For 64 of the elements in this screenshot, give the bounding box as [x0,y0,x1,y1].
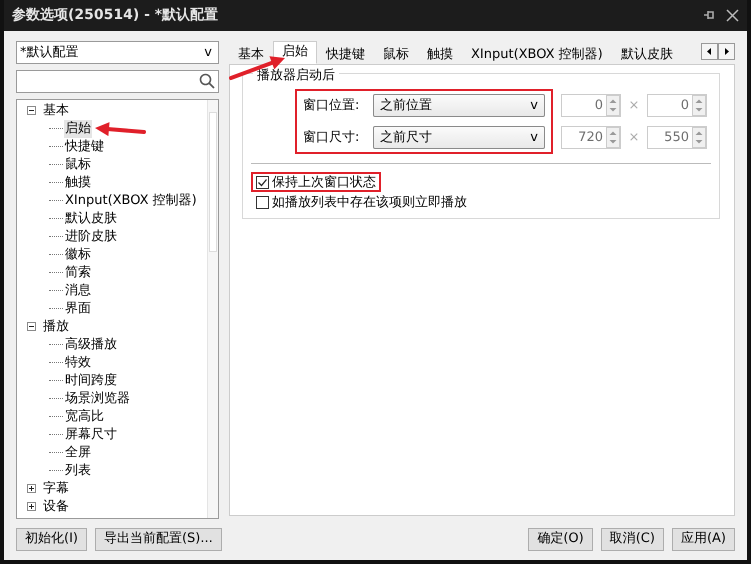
collapse-icon[interactable] [27,106,36,116]
scroll-right-icon[interactable] [718,42,735,60]
close-icon[interactable] [726,8,739,22]
tree-item[interactable]: 启始 [64,120,92,138]
tab[interactable]: 启始 [273,40,317,64]
tree-item[interactable]: 字幕 [42,480,70,498]
tree-item[interactable]: 简索 [64,264,92,282]
tab[interactable]: 快捷键 [317,44,374,64]
field-label: 窗口位置: [303,96,360,115]
tab[interactable]: XInput(XBOX 控制器) [462,44,612,64]
field-label: 窗口尺寸: [303,128,360,147]
tree-item[interactable]: 特效 [64,354,92,372]
checkbox-label[interactable]: 如播放列表中存在该项则立即播放 [272,192,467,212]
spin-field: 0 [647,94,707,117]
tree-item[interactable]: 界面 [64,300,92,318]
spinner-icon [692,126,706,148]
expand-icon[interactable] [27,502,36,512]
separator: × [628,128,640,147]
tree-item[interactable]: 徽标 [64,246,92,264]
tree-item[interactable]: 设备 [42,498,70,516]
spin-field: 550 [647,126,707,149]
spinner-icon [692,94,706,116]
scroll-left-icon[interactable] [701,42,718,60]
tree-item[interactable]: 消息 [64,282,92,300]
tree-item[interactable]: 进阶皮肤 [64,228,118,246]
tree-item[interactable]: 高级播放 [64,336,118,354]
scrollbar[interactable] [207,100,218,518]
button[interactable]: 应用(A) [672,528,735,551]
tree-item[interactable]: 快捷键 [64,138,105,156]
tree-item[interactable]: 触摸 [64,174,92,192]
tab[interactable]: 基本 [229,44,273,64]
tree-item[interactable]: 基本 [42,102,70,120]
collapse-icon[interactable] [27,322,36,332]
group-title: 播放器启动后 [253,68,339,83]
button[interactable]: 导出当前配置(S)... [94,528,222,551]
spin-field: 0 [561,94,621,117]
checkbox[interactable] [256,176,269,189]
tree-item[interactable]: 列表 [64,462,92,480]
tab[interactable]: 触摸 [418,44,462,64]
spinner-icon [606,126,620,148]
button[interactable]: 取消(C) [600,528,664,551]
spin-field: 720 [561,126,621,149]
search-field[interactable] [16,70,219,93]
search-icon[interactable] [199,73,215,90]
window-title: 参数选项(250514) - *默认配置 [12,6,218,25]
tree-item[interactable]: 场景浏览器 [64,390,131,408]
tree-item[interactable]: 宽高比 [64,408,105,426]
profile-dropdown[interactable]: *默认配置 v [16,40,219,64]
tab[interactable]: 默认皮肤 [612,44,682,64]
expand-icon[interactable] [27,484,36,494]
tab[interactable]: 鼠标 [374,44,418,64]
button[interactable]: 初始化(I) [16,528,87,551]
tree-item[interactable]: 默认皮肤 [64,210,118,228]
tree-item[interactable]: XInput(XBOX 控制器) [64,192,198,210]
tree-item[interactable]: 屏幕尺寸 [64,426,118,444]
tree-item[interactable]: 全屏 [64,444,92,462]
button[interactable]: 确定(O) [528,528,593,551]
separator: × [628,96,640,115]
tree-item[interactable]: 鼠标 [64,156,92,174]
checkbox[interactable] [256,196,269,209]
tree-item[interactable]: 时间跨度 [64,372,118,390]
spinner-icon [606,94,620,116]
checkbox-label[interactable]: 保持上次窗口状态 [272,172,376,192]
tree-item[interactable]: 播放 [42,318,70,336]
